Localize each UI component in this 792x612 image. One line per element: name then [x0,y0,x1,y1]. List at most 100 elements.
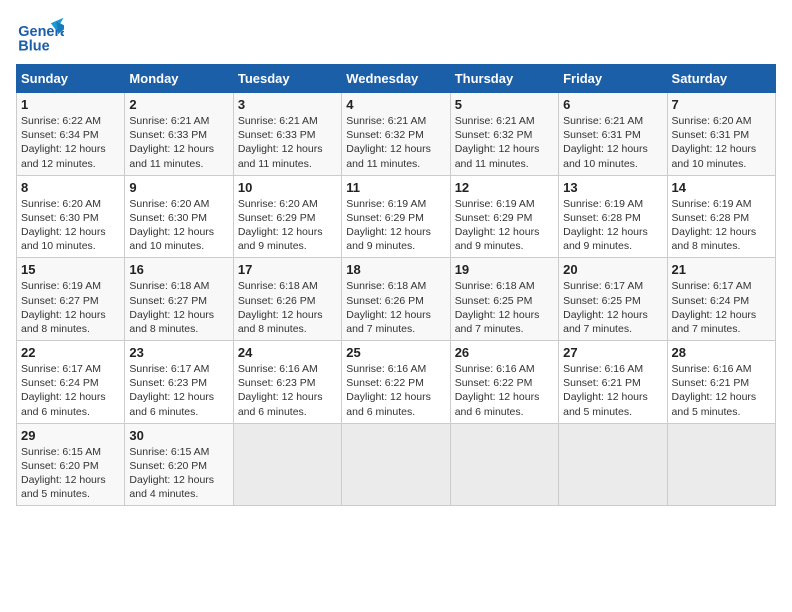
day-info: Sunrise: 6:16 AM Sunset: 6:22 PM Dayligh… [346,362,445,419]
calendar-header-row: SundayMondayTuesdayWednesdayThursdayFrid… [17,65,776,93]
logo-icon: General Blue [16,16,64,54]
day-cell-25: 25 Sunrise: 6:16 AM Sunset: 6:22 PM Dayli… [342,341,450,424]
day-number: 14 [672,180,771,195]
day-number: 12 [455,180,554,195]
day-number: 24 [238,345,337,360]
day-cell-29: 29Sunrise: 6:15 AM Sunset: 6:20 PM Dayli… [17,423,125,506]
day-number: 7 [672,97,771,112]
day-cell-10: 10 Sunrise: 6:20 AM Sunset: 6:29 PM Dayli… [233,175,341,258]
header-friday: Friday [559,65,667,93]
day-info: Sunrise: 6:17 AM Sunset: 6:24 PM Dayligh… [672,279,771,336]
day-cell-5: 5 Sunrise: 6:21 AM Sunset: 6:32 PM Daylig… [450,93,558,176]
day-info: Sunrise: 6:21 AM Sunset: 6:32 PM Dayligh… [346,114,445,171]
day-number: 25 [346,345,445,360]
day-number: 4 [346,97,445,112]
day-cell-4: 4 Sunrise: 6:21 AM Sunset: 6:32 PM Daylig… [342,93,450,176]
day-cell-18: 18 Sunrise: 6:18 AM Sunset: 6:26 PM Dayli… [342,258,450,341]
day-info: Sunrise: 6:19 AM Sunset: 6:28 PM Dayligh… [563,197,662,254]
logo: General Blue [16,16,68,54]
day-cell-7: 7 Sunrise: 6:20 AM Sunset: 6:31 PM Daylig… [667,93,775,176]
day-info: Sunrise: 6:21 AM Sunset: 6:32 PM Dayligh… [455,114,554,171]
day-info: Sunrise: 6:19 AM Sunset: 6:27 PM Dayligh… [21,279,120,336]
day-cell-20: 20 Sunrise: 6:17 AM Sunset: 6:25 PM Dayli… [559,258,667,341]
day-info: Sunrise: 6:15 AM Sunset: 6:20 PM Dayligh… [21,445,120,502]
day-number: 3 [238,97,337,112]
day-number: 16 [129,262,228,277]
day-number: 20 [563,262,662,277]
day-cell-30: 30 Sunrise: 6:15 AM Sunset: 6:20 PM Dayli… [125,423,233,506]
day-info: Sunrise: 6:16 AM Sunset: 6:21 PM Dayligh… [672,362,771,419]
day-cell-12: 12Sunrise: 6:19 AM Sunset: 6:29 PM Dayli… [450,175,558,258]
day-number: 15 [21,262,120,277]
week-row-5: 29Sunrise: 6:15 AM Sunset: 6:20 PM Dayli… [17,423,776,506]
svg-text:Blue: Blue [18,38,49,54]
week-row-1: 1 Sunrise: 6:22 AM Sunset: 6:34 PM Daylig… [17,93,776,176]
header-tuesday: Tuesday [233,65,341,93]
day-info: Sunrise: 6:18 AM Sunset: 6:26 PM Dayligh… [238,279,337,336]
day-info: Sunrise: 6:20 AM Sunset: 6:30 PM Dayligh… [129,197,228,254]
day-cell-8: 8 Sunrise: 6:20 AM Sunset: 6:30 PM Daylig… [17,175,125,258]
day-cell-26: 26 Sunrise: 6:16 AM Sunset: 6:22 PM Dayli… [450,341,558,424]
day-number: 13 [563,180,662,195]
day-cell-3: 3 Sunrise: 6:21 AM Sunset: 6:33 PM Daylig… [233,93,341,176]
day-number: 30 [129,428,228,443]
day-cell-21: 21Sunrise: 6:17 AM Sunset: 6:24 PM Dayli… [667,258,775,341]
day-cell-27: 27 Sunrise: 6:16 AM Sunset: 6:21 PM Dayli… [559,341,667,424]
day-number: 27 [563,345,662,360]
day-info: Sunrise: 6:18 AM Sunset: 6:25 PM Dayligh… [455,279,554,336]
day-info: Sunrise: 6:22 AM Sunset: 6:34 PM Dayligh… [21,114,120,171]
week-row-3: 15 Sunrise: 6:19 AM Sunset: 6:27 PM Dayli… [17,258,776,341]
week-row-2: 8 Sunrise: 6:20 AM Sunset: 6:30 PM Daylig… [17,175,776,258]
day-cell-15: 15 Sunrise: 6:19 AM Sunset: 6:27 PM Dayli… [17,258,125,341]
day-number: 10 [238,180,337,195]
day-number: 5 [455,97,554,112]
header-saturday: Saturday [667,65,775,93]
day-cell-9: 9 Sunrise: 6:20 AM Sunset: 6:30 PM Daylig… [125,175,233,258]
day-info: Sunrise: 6:21 AM Sunset: 6:33 PM Dayligh… [238,114,337,171]
day-number: 2 [129,97,228,112]
day-info: Sunrise: 6:19 AM Sunset: 6:28 PM Dayligh… [672,197,771,254]
day-cell-22: 22 Sunrise: 6:17 AM Sunset: 6:24 PM Dayli… [17,341,125,424]
day-info: Sunrise: 6:16 AM Sunset: 6:22 PM Dayligh… [455,362,554,419]
day-number: 18 [346,262,445,277]
day-info: Sunrise: 6:18 AM Sunset: 6:26 PM Dayligh… [346,279,445,336]
day-info: Sunrise: 6:18 AM Sunset: 6:27 PM Dayligh… [129,279,228,336]
day-cell-19: 19Sunrise: 6:18 AM Sunset: 6:25 PM Dayli… [450,258,558,341]
day-info: Sunrise: 6:19 AM Sunset: 6:29 PM Dayligh… [346,197,445,254]
day-number: 26 [455,345,554,360]
day-info: Sunrise: 6:20 AM Sunset: 6:29 PM Dayligh… [238,197,337,254]
day-info: Sunrise: 6:15 AM Sunset: 6:20 PM Dayligh… [129,445,228,502]
day-cell-28: 28 Sunrise: 6:16 AM Sunset: 6:21 PM Dayli… [667,341,775,424]
day-cell-17: 17 Sunrise: 6:18 AM Sunset: 6:26 PM Dayli… [233,258,341,341]
day-info: Sunrise: 6:17 AM Sunset: 6:24 PM Dayligh… [21,362,120,419]
day-info: Sunrise: 6:17 AM Sunset: 6:25 PM Dayligh… [563,279,662,336]
empty-cell [233,423,341,506]
header-monday: Monday [125,65,233,93]
day-number: 11 [346,180,445,195]
header-wednesday: Wednesday [342,65,450,93]
day-number: 22 [21,345,120,360]
day-number: 17 [238,262,337,277]
day-cell-16: 16 Sunrise: 6:18 AM Sunset: 6:27 PM Dayli… [125,258,233,341]
day-number: 9 [129,180,228,195]
week-row-4: 22 Sunrise: 6:17 AM Sunset: 6:24 PM Dayli… [17,341,776,424]
day-number: 8 [21,180,120,195]
calendar-table: SundayMondayTuesdayWednesdayThursdayFrid… [16,64,776,506]
header-thursday: Thursday [450,65,558,93]
day-info: Sunrise: 6:21 AM Sunset: 6:33 PM Dayligh… [129,114,228,171]
day-info: Sunrise: 6:20 AM Sunset: 6:30 PM Dayligh… [21,197,120,254]
day-number: 28 [672,345,771,360]
empty-cell [342,423,450,506]
day-info: Sunrise: 6:20 AM Sunset: 6:31 PM Dayligh… [672,114,771,171]
day-cell-13: 13 Sunrise: 6:19 AM Sunset: 6:28 PM Dayli… [559,175,667,258]
empty-cell [450,423,558,506]
day-info: Sunrise: 6:21 AM Sunset: 6:31 PM Dayligh… [563,114,662,171]
day-cell-2: 2 Sunrise: 6:21 AM Sunset: 6:33 PM Daylig… [125,93,233,176]
day-info: Sunrise: 6:16 AM Sunset: 6:21 PM Dayligh… [563,362,662,419]
header-sunday: Sunday [17,65,125,93]
day-number: 1 [21,97,120,112]
day-cell-14: 14 Sunrise: 6:19 AM Sunset: 6:28 PM Dayli… [667,175,775,258]
day-cell-6: 6Sunrise: 6:21 AM Sunset: 6:31 PM Daylig… [559,93,667,176]
day-cell-23: 23Sunrise: 6:17 AM Sunset: 6:23 PM Dayli… [125,341,233,424]
header: General Blue [16,16,776,54]
